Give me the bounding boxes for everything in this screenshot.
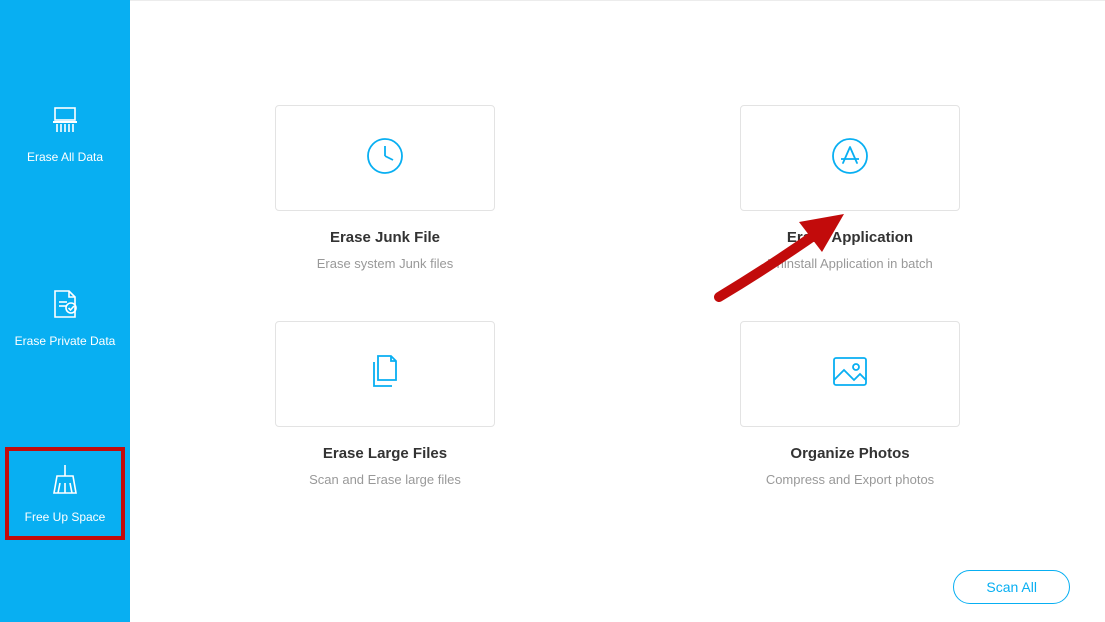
scan-all-button[interactable]: Scan All xyxy=(953,570,1070,604)
card-desc: Uninstall Application in batch xyxy=(767,256,933,271)
app-root: Erase All Data Erase Private Data xyxy=(0,0,1105,622)
card-icon-box xyxy=(275,105,495,211)
document-seal-icon xyxy=(49,284,81,324)
appstore-icon xyxy=(829,135,871,182)
sidebar-item-label: Free Up Space xyxy=(25,510,106,524)
card-title: Erase Large Files xyxy=(323,445,447,462)
card-icon-box xyxy=(740,105,960,211)
sidebar-item-label: Erase Private Data xyxy=(15,334,116,348)
card-icon-box xyxy=(275,321,495,427)
card-desc: Erase system Junk files xyxy=(317,256,454,271)
sidebar-item-erase-all-data[interactable]: Erase All Data xyxy=(0,90,130,184)
broom-icon xyxy=(48,460,82,500)
card-desc: Scan and Erase large files xyxy=(309,472,461,487)
card-grid: Erase Junk File Erase system Junk files … xyxy=(218,105,1018,487)
card-erase-junk-file[interactable]: Erase Junk File Erase system Junk files xyxy=(275,105,495,271)
files-icon xyxy=(363,350,407,399)
card-organize-photos[interactable]: Organize Photos Compress and Export phot… xyxy=(740,321,960,487)
sidebar: Erase All Data Erase Private Data xyxy=(0,0,130,622)
card-erase-large-files[interactable]: Erase Large Files Scan and Erase large f… xyxy=(275,321,495,487)
card-erase-application[interactable]: Erase Application Uninstall Application … xyxy=(740,105,960,271)
main-panel: Erase Junk File Erase system Junk files … xyxy=(130,0,1105,622)
card-icon-box xyxy=(740,321,960,427)
clock-icon xyxy=(364,135,406,182)
card-title: Erase Junk File xyxy=(330,229,440,246)
card-title: Organize Photos xyxy=(790,445,909,462)
shredder-icon xyxy=(49,100,81,140)
top-divider xyxy=(130,0,1105,1)
card-desc: Compress and Export photos xyxy=(766,472,934,487)
card-title: Erase Application xyxy=(787,229,913,246)
sidebar-item-erase-private-data[interactable]: Erase Private Data xyxy=(0,274,130,368)
sidebar-item-free-up-space[interactable]: Free Up Space xyxy=(0,450,130,544)
sidebar-item-label: Erase All Data xyxy=(27,150,103,164)
photo-icon xyxy=(828,350,872,399)
